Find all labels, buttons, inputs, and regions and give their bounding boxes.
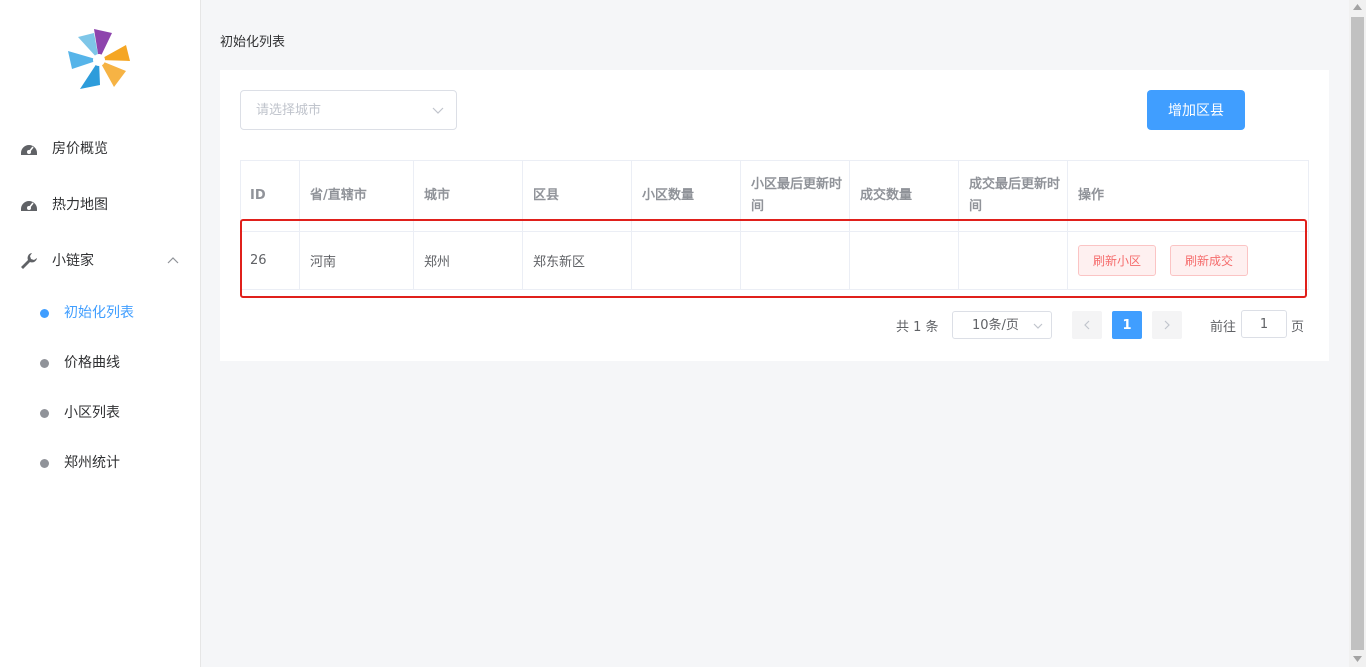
goto-page-input[interactable] (1241, 310, 1287, 338)
column-header: 城市 (414, 161, 523, 231)
column-header: 操作 (1068, 161, 1309, 231)
district-table: ID 省/直辖市 城市 区县 小区数量 小区最后更新时间 成交数量 成交最后更新… (240, 160, 1309, 290)
menu-item-heatmap[interactable]: 热力地图 (0, 185, 200, 225)
goto-suffix: 页 (1291, 320, 1305, 335)
chevron-up-icon (167, 257, 179, 264)
column-header: 省/直辖市 (300, 161, 414, 231)
add-district-button[interactable]: 增加区县 (1147, 90, 1245, 130)
submenu-item-init-list[interactable]: 初始化列表 (0, 293, 200, 333)
scrollbar-thumb[interactable] (1351, 17, 1364, 650)
breadcrumb: 初始化列表 (220, 35, 286, 50)
scroll-down-arrow-icon[interactable] (1353, 656, 1362, 662)
submenu-item-label: 价格曲线 (64, 355, 120, 371)
table-row: 26 河南 郑州 郑东新区 刷新小区 刷新成交 (240, 232, 1309, 290)
cell-deal-updated (959, 232, 1068, 289)
chevron-down-icon (1033, 323, 1043, 329)
chevron-right-icon (1164, 320, 1170, 330)
column-header: 成交数量 (850, 161, 959, 231)
menu-item-label: 热力地图 (52, 197, 108, 213)
goto-label: 前往 (1210, 320, 1237, 335)
dashboard-icon (21, 201, 37, 211)
submenu-item-community-list[interactable]: 小区列表 (0, 393, 200, 433)
sidebar: 房价概览 热力地图 小链家 初始化列表 价格曲线 小区列表 郑州统计 (0, 0, 201, 667)
table-header-row: ID 省/直辖市 城市 区县 小区数量 小区最后更新时间 成交数量 成交最后更新… (240, 161, 1309, 232)
submenu-item-label: 初始化列表 (64, 305, 134, 321)
pagination-total: 共 1 条 (896, 320, 939, 335)
cell-community-updated (741, 232, 850, 289)
submenu-item-label: 小区列表 (64, 405, 120, 421)
submenu-item-zhengzhou-stats[interactable]: 郑州统计 (0, 443, 200, 483)
page-number-current[interactable]: 1 (1112, 311, 1142, 339)
scroll-up-arrow-icon[interactable] (1353, 4, 1362, 10)
vertical-scrollbar[interactable] (1349, 0, 1366, 667)
column-header: ID (240, 161, 300, 231)
cell-city: 郑州 (414, 232, 523, 289)
column-header: 区县 (523, 161, 632, 231)
cell-district: 郑东新区 (523, 232, 632, 289)
bullet-dot-icon (40, 459, 49, 468)
prev-page-button[interactable] (1072, 311, 1102, 339)
page-size-select[interactable]: 10条/页 (952, 311, 1052, 339)
menu-item-price-overview[interactable]: 房价概览 (0, 129, 200, 169)
refresh-deals-button[interactable]: 刷新成交 (1170, 245, 1249, 276)
cell-deal-count (850, 232, 959, 289)
dashboard-icon (21, 145, 37, 155)
next-page-button[interactable] (1152, 311, 1182, 339)
cell-community-count (632, 232, 741, 289)
submenu-item-label: 郑州统计 (64, 455, 120, 471)
refresh-community-button[interactable]: 刷新小区 (1078, 245, 1157, 276)
city-select[interactable]: 请选择城市 (240, 90, 457, 130)
column-header: 小区最后更新时间 (741, 161, 850, 231)
menu-item-label: 房价概览 (52, 141, 108, 157)
chevron-left-icon (1084, 320, 1090, 330)
wrench-icon (21, 253, 37, 269)
cell-actions: 刷新小区 刷新成交 (1068, 232, 1309, 289)
pinwheel-logo-icon (68, 29, 130, 89)
column-header: 成交最后更新时间 (959, 161, 1068, 231)
bullet-dot-icon (40, 309, 49, 318)
cell-province: 河南 (300, 232, 414, 289)
city-select-placeholder: 请选择城市 (256, 103, 322, 118)
cell-id: 26 (240, 232, 300, 289)
chevron-down-icon (432, 107, 444, 114)
column-header: 小区数量 (632, 161, 741, 231)
bullet-dot-icon (40, 409, 49, 418)
menu-item-xiaolianjia[interactable]: 小链家 (0, 241, 200, 281)
submenu-item-price-curve[interactable]: 价格曲线 (0, 343, 200, 383)
menu-item-label: 小链家 (52, 253, 94, 269)
page-size-value: 10条/页 (972, 318, 1019, 333)
bullet-dot-icon (40, 359, 49, 368)
